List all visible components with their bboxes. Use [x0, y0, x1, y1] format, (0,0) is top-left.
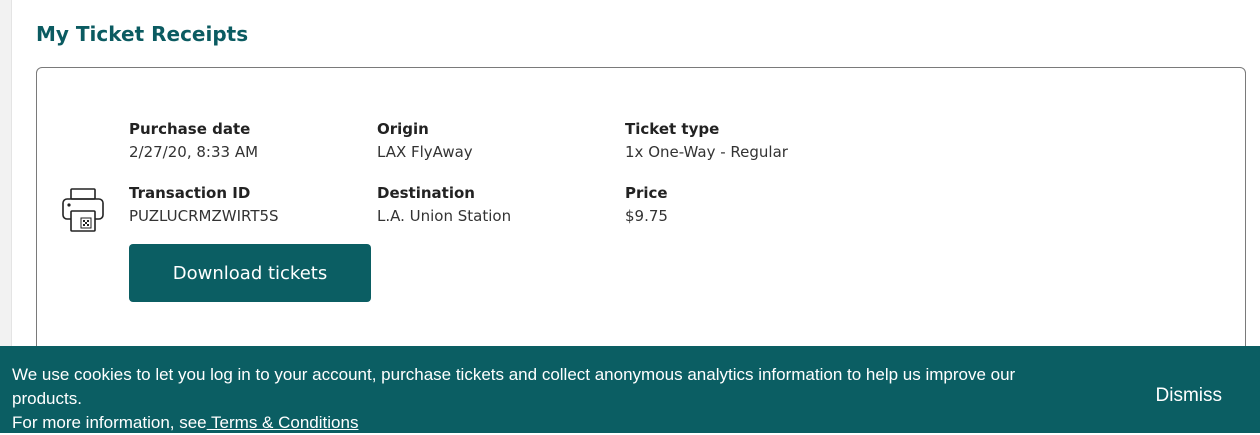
receipt-card: Purchase date 2/27/20, 8:33 AM Origin LA…	[36, 67, 1246, 367]
download-tickets-button[interactable]: Download tickets	[129, 244, 371, 302]
printer-icon	[61, 187, 105, 233]
cookie-message: We use cookies to let you log in to your…	[12, 365, 1016, 408]
purchase-date-value: 2/27/20, 8:33 AM	[129, 143, 259, 161]
cookie-banner: We use cookies to let you log in to your…	[0, 346, 1260, 433]
price-value: $9.75	[625, 207, 668, 225]
terms-conditions-link[interactable]: Terms & Conditions	[207, 413, 358, 432]
dismiss-button[interactable]: Dismiss	[1156, 385, 1223, 407]
ticket-type-field: Ticket type 1x One-Way - Regular	[625, 119, 788, 162]
origin-label: Origin	[377, 120, 429, 138]
cookie-more-info: For more information, see Terms & Condit…	[12, 411, 358, 435]
destination-label: Destination	[377, 184, 475, 202]
purchase-date-label: Purchase date	[129, 120, 251, 138]
ticket-type-value: 1x One-Way - Regular	[625, 143, 788, 161]
origin-field: Origin LAX FlyAway	[377, 119, 473, 162]
price-label: Price	[625, 184, 668, 202]
page-title: My Ticket Receipts	[36, 22, 249, 46]
transaction-id-value: PUZLUCRMZWIRT5S	[129, 207, 279, 225]
purchase-date-field: Purchase date 2/27/20, 8:33 AM	[129, 119, 258, 162]
price-field: Price $9.75	[625, 183, 668, 226]
destination-field: Destination L.A. Union Station	[377, 183, 511, 226]
cookie-more-info-prefix: For more information, see	[12, 413, 207, 432]
transaction-id-label: Transaction ID	[129, 184, 251, 202]
transaction-id-field: Transaction ID PUZLUCRMZWIRT5S	[129, 183, 279, 226]
destination-value: L.A. Union Station	[377, 207, 512, 225]
origin-value: LAX FlyAway	[377, 143, 473, 161]
ticket-type-label: Ticket type	[625, 120, 720, 138]
